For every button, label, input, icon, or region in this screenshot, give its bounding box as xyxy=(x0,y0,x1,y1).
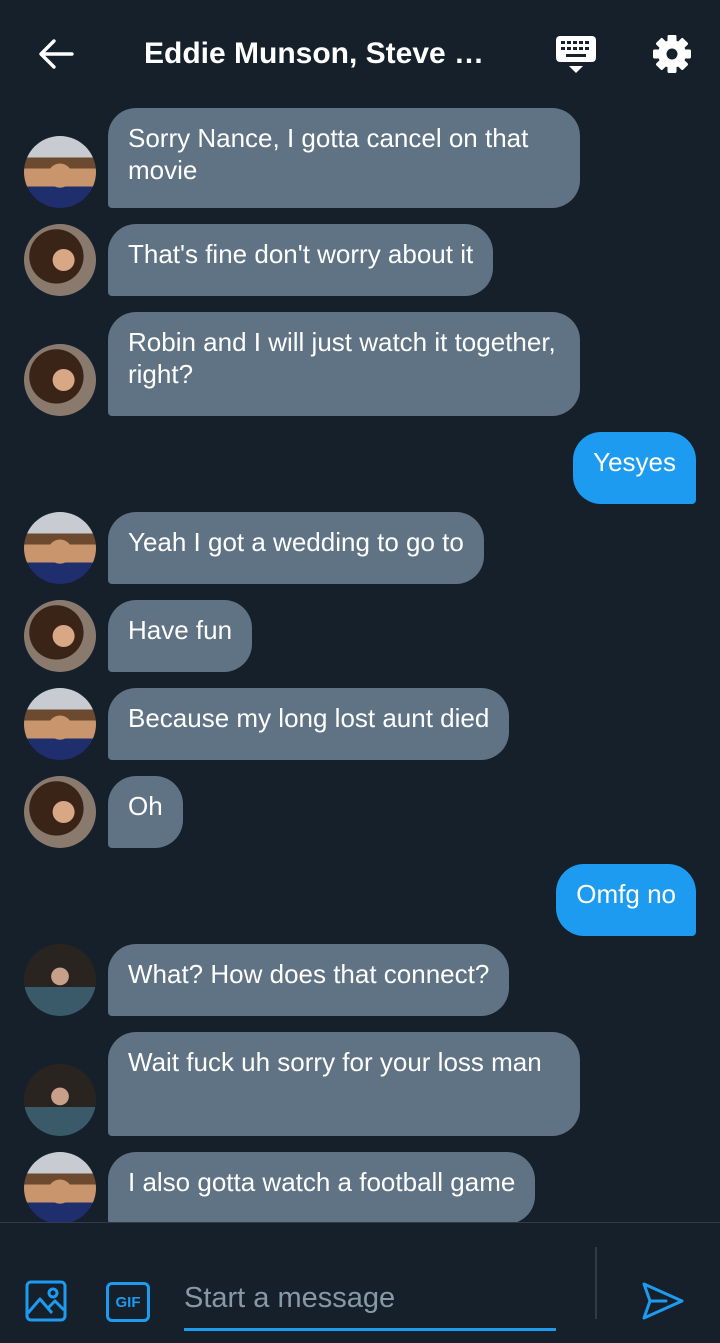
avatar[interactable] xyxy=(24,1064,96,1136)
message-bubble[interactable]: Omfg no xyxy=(556,864,696,936)
message-bubble[interactable]: Have fun xyxy=(108,600,253,672)
avatar[interactable] xyxy=(24,776,96,848)
message-input[interactable] xyxy=(184,1269,556,1331)
add-photo-button[interactable] xyxy=(24,1279,72,1327)
message-bubble[interactable]: Wait fuck uh sorry for your loss man xyxy=(108,1032,580,1136)
message-list[interactable]: Sorry Nance, I gotta cancel on that movi… xyxy=(0,108,720,1222)
message-composer: GIF xyxy=(0,1222,720,1343)
gear-icon xyxy=(653,35,691,73)
avatar[interactable] xyxy=(24,344,96,416)
keyboard-button[interactable] xyxy=(552,30,600,78)
message-bubble[interactable]: That's fine don't worry about it xyxy=(108,224,494,296)
keyboard-icon xyxy=(556,36,596,73)
avatar[interactable] xyxy=(24,688,96,760)
settings-button[interactable] xyxy=(648,30,696,78)
avatar[interactable] xyxy=(24,136,96,208)
conversation-title[interactable]: Eddie Munson, Steve … xyxy=(144,36,504,72)
avatar[interactable] xyxy=(24,1152,96,1222)
message-bubble[interactable]: Robin and I will just watch it together,… xyxy=(108,312,580,416)
message-bubble[interactable]: Because my long lost aunt died xyxy=(108,688,510,760)
message-bubble[interactable]: I also gotta watch a football game xyxy=(108,1152,536,1222)
avatar[interactable] xyxy=(24,600,96,672)
conversation-header: Eddie Munson, Steve … xyxy=(0,0,720,108)
divider xyxy=(595,1247,597,1319)
send-button[interactable] xyxy=(640,1278,688,1326)
back-button[interactable] xyxy=(32,34,80,74)
gif-button[interactable]: GIF xyxy=(106,1282,150,1322)
avatar[interactable] xyxy=(24,224,96,296)
message-bubble[interactable]: Yeah I got a wedding to go to xyxy=(108,512,484,584)
message-bubble[interactable]: Yesyes xyxy=(573,432,696,504)
back-arrow-icon xyxy=(39,39,74,69)
image-icon xyxy=(25,1280,67,1322)
avatar[interactable] xyxy=(24,512,96,584)
message-bubble[interactable]: What? How does that connect? xyxy=(108,944,510,1016)
message-bubble[interactable]: Sorry Nance, I gotta cancel on that movi… xyxy=(108,108,580,208)
send-icon xyxy=(642,1282,684,1320)
dm-conversation-screen: Eddie Munson, Steve … Sorry Nance, I got… xyxy=(0,0,720,1343)
message-bubble[interactable]: Oh xyxy=(108,776,183,848)
avatar[interactable] xyxy=(24,944,96,1016)
